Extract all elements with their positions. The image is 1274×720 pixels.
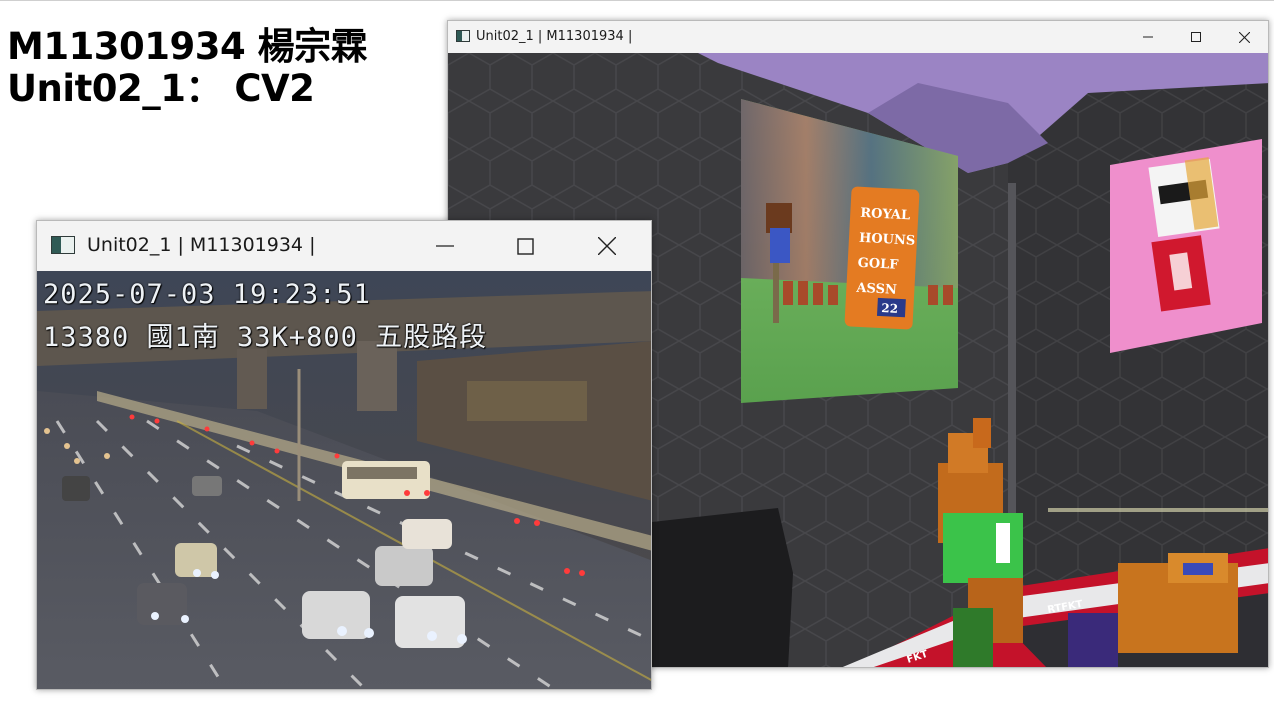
- cctv-video-frame[interactable]: 2025-07-03 19:23:51 13380 國1南 33K+800 五股…: [37, 271, 651, 689]
- minimize-button[interactable]: [405, 221, 485, 271]
- svg-text:HOUNS: HOUNS: [859, 231, 916, 249]
- slide-title: M11301934 楊宗霖 Unit02_1： CV2: [7, 25, 368, 110]
- cctv-window[interactable]: Unit02_1 | M11301934 | 2025-07-03 19:23:…: [36, 220, 652, 690]
- pink-nft-poster: [1110, 139, 1262, 353]
- vr-window-title: Unit02_1 | M11301934 |: [476, 29, 633, 44]
- minimize-button[interactable]: [1124, 21, 1172, 53]
- opencv-window-icon: [456, 30, 470, 42]
- minimize-icon: [436, 245, 454, 247]
- vr-window-titlebar[interactable]: Unit02_1 | M11301934 |: [448, 21, 1268, 53]
- close-button[interactable]: [1220, 21, 1268, 53]
- close-icon: [1238, 31, 1250, 43]
- slide-title-line-1: M11301934 楊宗霖: [7, 25, 368, 68]
- close-button[interactable]: [567, 221, 647, 271]
- svg-text:ROYAL: ROYAL: [860, 206, 911, 224]
- minimize-icon: [1143, 36, 1153, 38]
- bus: [342, 461, 430, 499]
- cctv-window-titlebar[interactable]: Unit02_1 | M11301934 |: [37, 221, 651, 271]
- maximize-button[interactable]: [485, 221, 565, 271]
- dark-cushion: [643, 508, 793, 667]
- slide-title-line-2: Unit02_1： CV2: [7, 67, 315, 110]
- maximize-button[interactable]: [1172, 21, 1220, 53]
- cctv-location: 13380 國1南 33K+800 五股路段: [43, 322, 488, 353]
- maximize-icon: [1191, 32, 1201, 42]
- close-icon: [598, 237, 616, 255]
- svg-text:GOLF: GOLF: [857, 256, 899, 273]
- maximize-icon: [516, 237, 534, 255]
- svg-text:22: 22: [881, 301, 898, 316]
- opencv-window-icon: [51, 236, 75, 254]
- cctv-timestamp: 2025-07-03 19:23:51: [43, 279, 371, 310]
- cctv-window-title: Unit02_1 | M11301934 |: [87, 234, 316, 256]
- svg-text:ASSN: ASSN: [855, 281, 897, 298]
